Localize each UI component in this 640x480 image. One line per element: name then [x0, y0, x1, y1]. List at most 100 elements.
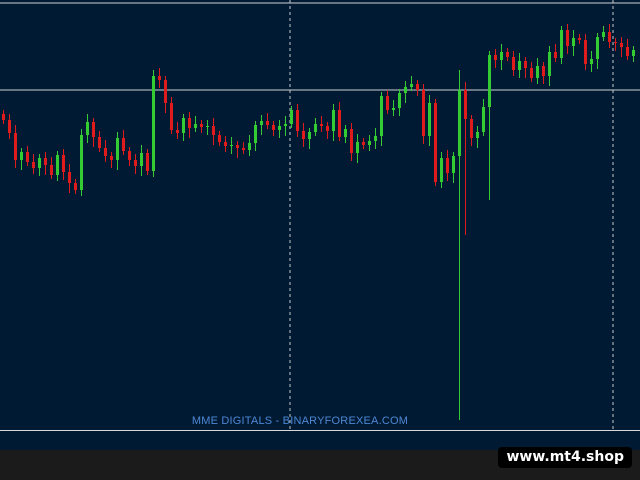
candle-body: [524, 61, 527, 68]
candle-body: [416, 84, 419, 90]
candle-body: [176, 130, 179, 133]
candle-body: [206, 126, 209, 127]
candle-body: [350, 129, 353, 153]
candle-body: [620, 43, 623, 47]
candle-body: [158, 76, 161, 80]
candle-body: [230, 145, 233, 146]
candle-body: [68, 172, 71, 183]
candle-body: [398, 93, 401, 108]
candle-body: [86, 122, 89, 135]
candle-body: [560, 30, 563, 58]
candle-body: [260, 121, 263, 125]
candle-body: [380, 96, 383, 136]
candle-body: [602, 32, 605, 37]
candle-body: [110, 156, 113, 160]
candle-body: [338, 110, 341, 137]
candle-body: [134, 160, 137, 166]
candle-body: [92, 122, 95, 137]
candle-body: [8, 120, 11, 133]
candle-body: [428, 103, 431, 136]
candle-body: [356, 142, 359, 153]
candle-body: [188, 118, 191, 128]
candle-body: [308, 132, 311, 139]
candle-body: [122, 138, 125, 151]
candle-body: [548, 52, 551, 76]
candle-body: [302, 131, 305, 139]
candle-body: [362, 142, 365, 145]
candle-body: [170, 103, 173, 130]
candle-body: [482, 107, 485, 132]
candle-body: [146, 153, 149, 171]
candle-body: [14, 133, 17, 160]
candle-body: [152, 76, 155, 171]
candle-body: [164, 80, 167, 103]
candle-body: [326, 126, 329, 131]
candle-body: [374, 136, 377, 141]
candle-body: [2, 114, 5, 120]
candle-body: [278, 126, 281, 130]
candle-body: [272, 125, 275, 130]
candle-body: [530, 68, 533, 78]
candle-body: [446, 158, 449, 173]
candle-body: [224, 142, 227, 146]
candle-body: [140, 153, 143, 166]
candle-body: [458, 90, 461, 156]
candle-body: [62, 155, 65, 172]
candle-body: [572, 38, 575, 46]
candle-body: [236, 145, 239, 148]
candle-body: [614, 42, 617, 43]
candle-body: [626, 47, 629, 56]
chart-canvas: 16 Oct 03:1516 Oct 07:1516 Oct 11:1516 O…: [0, 0, 640, 445]
candle-body: [404, 87, 407, 93]
candle-body: [422, 90, 425, 136]
candle-body: [26, 152, 29, 162]
candle-body: [332, 110, 335, 131]
candle-body: [194, 124, 197, 128]
candle-body: [392, 108, 395, 110]
candle-body: [266, 121, 269, 125]
candle-body: [242, 148, 245, 150]
candle-body: [98, 137, 101, 148]
candle-body: [50, 165, 53, 175]
candle-body: [536, 66, 539, 78]
candle-body: [410, 84, 413, 87]
candle-body: [290, 110, 293, 124]
candle-body: [314, 124, 317, 132]
candle-body: [578, 38, 581, 40]
candle-body: [608, 32, 611, 42]
candle-body: [464, 90, 467, 119]
candle-body: [104, 148, 107, 156]
candle-body: [248, 143, 251, 150]
candle-body: [344, 129, 347, 137]
candle-body: [584, 40, 587, 64]
candle-body: [38, 158, 41, 168]
candle-body: [218, 135, 221, 142]
candle-body: [590, 59, 593, 64]
candle-body: [56, 155, 59, 175]
candle-body: [494, 55, 497, 60]
candle-body: [476, 132, 479, 138]
candle-body: [116, 138, 119, 160]
candle-body: [512, 57, 515, 70]
price-chart: 16 Oct 03:1516 Oct 07:1516 Oct 11:1516 O…: [0, 0, 640, 480]
candle-body: [542, 66, 545, 76]
candle-body: [128, 151, 131, 160]
candle-body: [200, 124, 203, 127]
candle-body: [518, 61, 521, 70]
candle-body: [470, 119, 473, 138]
candle-body: [74, 183, 77, 190]
candle-body: [500, 52, 503, 60]
candle-body: [32, 162, 35, 168]
candle-body: [254, 125, 257, 143]
candle-body: [506, 52, 509, 57]
candle-body: [182, 118, 185, 133]
candle-body: [452, 156, 455, 173]
chart-watermark: MME DIGITALS - BINARYFOREXEA.COM: [191, 415, 409, 427]
candle-body: [212, 126, 215, 135]
candle-body: [44, 158, 47, 165]
candle-body: [566, 30, 569, 46]
candle-body: [632, 50, 635, 56]
candle-body: [320, 124, 323, 126]
site-brand-badge: www.mt4.shop: [498, 447, 632, 468]
candle-body: [440, 158, 443, 182]
